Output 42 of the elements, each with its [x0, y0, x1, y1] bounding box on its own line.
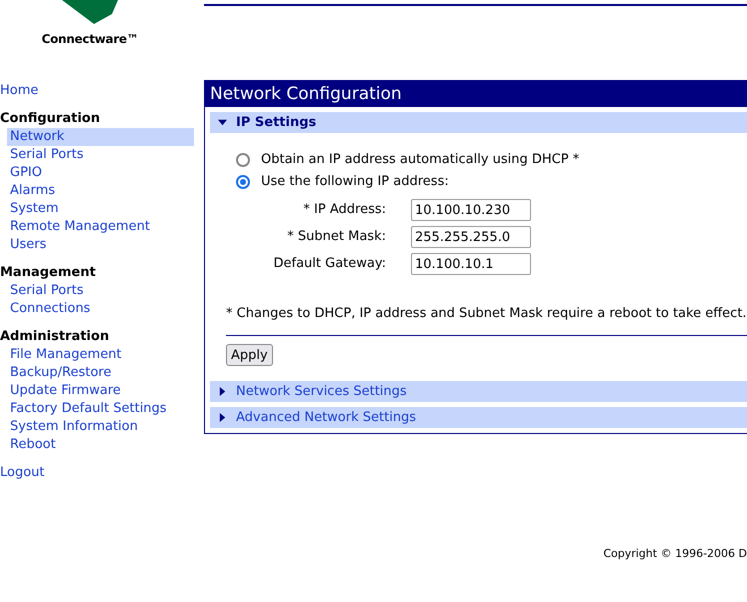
- caret-icon: [218, 387, 227, 396]
- radio-button[interactable]: [236, 153, 250, 167]
- section-header[interactable]: Advanced Network Settings: [210, 407, 747, 428]
- nav-item[interactable]: Backup/Restore: [7, 364, 194, 382]
- note-text: * Changes to DHCP, IP address and Subnet Mask require a reboot to take effect.: [226, 305, 747, 323]
- nav-item[interactable]: Connections: [7, 300, 194, 318]
- apply-button[interactable]: Apply: [226, 344, 273, 366]
- field-label: Default Gateway:: [272, 255, 386, 274]
- radio-button[interactable]: [236, 175, 250, 189]
- copyright-text: Copyright © 1996-2006 D: [603, 546, 747, 562]
- nav-link[interactable]: Logout: [0, 464, 45, 482]
- section-header[interactable]: IP Settings: [210, 112, 747, 133]
- caret-icon: [218, 413, 227, 422]
- nav-item[interactable]: Update Firmware: [7, 382, 194, 400]
- field-label: * Subnet Mask:: [286, 228, 386, 246]
- nav-heading: Configuration: [0, 110, 101, 128]
- logo-drawing: [60, 0, 120, 26]
- panel-title: Network Configuration: [205, 81, 747, 107]
- nav-heading: Management: [0, 264, 97, 282]
- brand-text: Connectware™: [42, 31, 138, 48]
- input-field[interactable]: 10.100.10.230: [411, 199, 531, 221]
- nav-item[interactable]: Reboot: [7, 436, 194, 454]
- nav-item[interactable]: System: [7, 200, 194, 218]
- nav-item[interactable]: Users: [7, 236, 194, 254]
- nav-item[interactable]: System Information: [7, 418, 194, 436]
- input-field[interactable]: 255.255.255.0: [411, 226, 531, 248]
- radio-label: Use the following IP address:: [261, 173, 449, 192]
- section-header[interactable]: Network Services Settings: [210, 381, 747, 402]
- nav-link[interactable]: Home: [0, 82, 38, 100]
- nav-item[interactable]: Serial Ports: [7, 282, 194, 300]
- nav-item[interactable]: File Management: [7, 346, 194, 364]
- radio-label: Obtain an IP address automatically using DHCP *: [261, 151, 580, 170]
- nav-item[interactable]: Network: [7, 128, 194, 146]
- caret-icon: [218, 118, 227, 127]
- nav-item[interactable]: Remote Management: [7, 218, 194, 236]
- field-label: * IP Address:: [302, 201, 386, 220]
- nav-item[interactable]: Factory Default Settings: [7, 400, 194, 418]
- nav-item[interactable]: GPIO: [7, 164, 194, 182]
- nav-item[interactable]: Serial Ports: [7, 146, 194, 164]
- nav-item[interactable]: Alarms: [7, 182, 194, 200]
- input-field[interactable]: 10.100.10.1: [411, 253, 531, 275]
- nav-heading: Administration: [0, 328, 110, 346]
